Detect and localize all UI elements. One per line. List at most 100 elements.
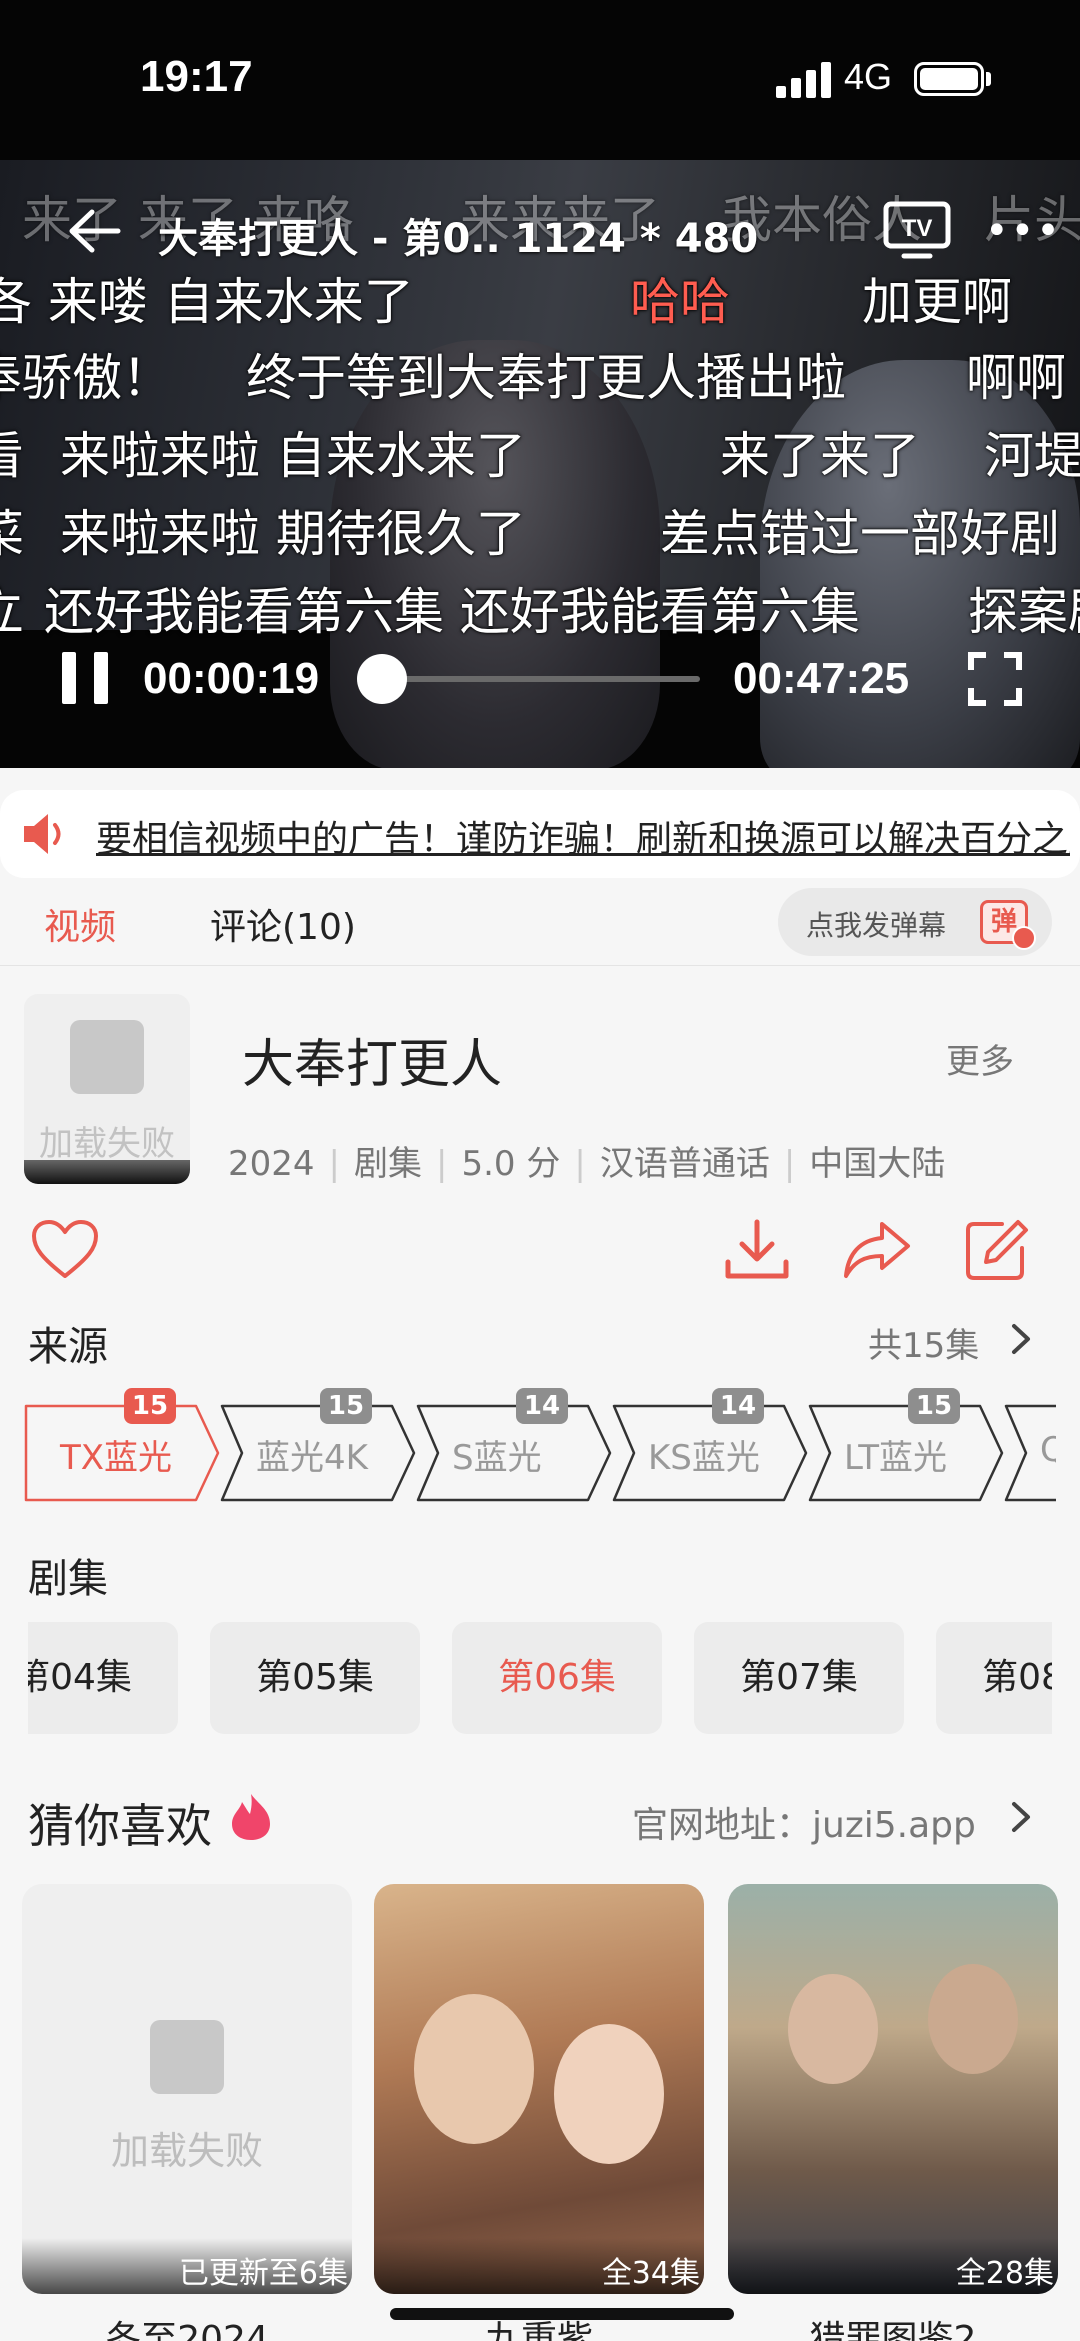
show-title: 大奉打更人 (242, 1035, 503, 1095)
poster-fail-text: 加载失败 (39, 1124, 175, 1164)
recommend-title: 猜你喜欢 (28, 1799, 212, 1853)
episode-button[interactable]: 第06集 (452, 1622, 662, 1734)
card-fail-text: 加载失败 (110, 2129, 263, 2173)
danmaku-text: 差点错过一部好剧 (660, 505, 1060, 563)
status-time: 19:17 (140, 52, 253, 101)
network-type: 4G (844, 56, 893, 97)
speaker-icon (24, 814, 61, 854)
current-time: 00:00:19 (143, 654, 320, 703)
danmaku-text: 还好我能看第六集 还好我能看第六集 (44, 583, 860, 641)
download-icon[interactable] (722, 1218, 792, 1282)
meta-score: 5.0 分 (461, 1144, 561, 1184)
card-title: 冬至2024 (105, 2319, 269, 2341)
more-options-icon[interactable]: ••• (985, 211, 1062, 251)
player-controls: 00:00:19 00:47:25 (0, 640, 1080, 720)
show-poster: 加载失败 (24, 994, 190, 1184)
show-meta: 2024 | 剧集 | 5.0 分 | 汉语普通话 | 中国大陆 (228, 1136, 945, 1185)
source-option[interactable]: 蓝光4K 15 (220, 1388, 416, 1504)
danmaku-text: 终于等到大奉打更人播出啦 (246, 349, 846, 407)
source-label: Q (1040, 1430, 1056, 1470)
danmaku-text: 来了来了 (720, 427, 920, 485)
progress-knob[interactable] (357, 654, 408, 704)
meta-type: 剧集 (354, 1144, 422, 1184)
danmaku-text: 来啦来啦 自来水来了 (60, 427, 526, 485)
episodes-title: 剧集 (28, 1556, 108, 1602)
image-placeholder-icon (150, 2020, 224, 2094)
recommend-card[interactable]: 全34集 (374, 1884, 704, 2294)
status-bar: 19:17 4G (0, 0, 1080, 150)
meta-divider: | (574, 1144, 586, 1184)
card-episode-badge: 全34集 (374, 2238, 704, 2294)
poster-shadow (24, 1160, 190, 1184)
send-danmaku-label: 点我发弹幕 (806, 909, 947, 942)
detail-tabs: 视频 评论(10) 点我发弹幕 弹 (0, 880, 1080, 966)
source-label: S蓝光 (452, 1438, 542, 1478)
official-site-link[interactable]: 官网地址：juzi5.app (632, 1796, 976, 1848)
progress-slider[interactable] (357, 654, 700, 704)
share-icon[interactable] (842, 1218, 912, 1282)
source-episode-badge: 15 (320, 1388, 372, 1424)
meta-divider: | (436, 1144, 448, 1184)
tab-video[interactable]: 视频 (44, 898, 116, 950)
source-option[interactable]: TX蓝光 15 (24, 1388, 220, 1504)
danmaku-text: 奉骄傲！ (0, 349, 172, 407)
card-episode-badge: 已更新至6集 (22, 2238, 352, 2294)
chevron-right-icon[interactable] (1008, 1322, 1034, 1356)
back-arrow-icon[interactable] (62, 206, 122, 256)
player-topbar: 大奉打更人 - 第0.. 1124 * 480 TV ••• (0, 196, 1080, 266)
danmaku-text: 探案剧 (968, 583, 1080, 641)
danmaku-text: 啊啊 (966, 349, 1066, 407)
image-placeholder-icon (70, 1020, 144, 1094)
source-option[interactable]: Q (1004, 1404, 1056, 1504)
episode-button[interactable]: 第08集 (936, 1622, 1052, 1734)
notice-text: 要相信视频中的广告！谨防诈骗！刷新和换源可以解决百分之九十的问题 (96, 819, 1070, 860)
card-title: 猎罪图鉴2 (809, 2319, 977, 2341)
home-indicator[interactable] (390, 2308, 734, 2320)
source-episode-badge: 15 (124, 1388, 176, 1424)
video-title: 大奉打更人 - 第0.. 1124 * 480 (158, 216, 759, 262)
danmaku-text: 加更啊 (862, 273, 1012, 331)
source-label: KS蓝光 (648, 1438, 760, 1478)
source-option[interactable]: S蓝光 14 (416, 1388, 612, 1504)
danmaku-text: 河堤 (984, 427, 1080, 485)
danmaku-text: 看 (0, 416, 24, 488)
tab-comment[interactable]: 评论(10) (210, 898, 356, 950)
episode-button[interactable]: 第05集 (210, 1622, 420, 1734)
meta-divider: | (783, 1144, 796, 1184)
meta-year: 2024 (228, 1144, 315, 1184)
danmaku-text: 立 (0, 572, 24, 644)
episode-button[interactable]: 第04集 (28, 1622, 178, 1734)
poster-figure (414, 1994, 534, 2144)
source-episode-badge: 15 (908, 1388, 960, 1424)
poster-figure (788, 1974, 878, 2084)
battery-cap (986, 72, 991, 86)
meta-region: 中国大陆 (809, 1144, 946, 1184)
meta-divider: | (328, 1144, 340, 1184)
signal-icon (776, 62, 832, 98)
danmaku-text: 菜 (0, 494, 24, 566)
chevron-right-icon[interactable] (1008, 1800, 1034, 1834)
recommend-card[interactable]: 全28集 (728, 1884, 1058, 2294)
pause-icon[interactable] (62, 652, 108, 704)
notice-bar[interactable]: 要相信视频中的广告！谨防诈骗！刷新和换源可以解决百分之九十的问题 (0, 790, 1080, 878)
total-time: 00:47:25 (733, 654, 910, 703)
tv-cast-icon[interactable]: TV (882, 200, 952, 260)
send-danmaku-button[interactable]: 点我发弹幕 弹 (778, 888, 1052, 956)
sources-title: 来源 (28, 1324, 108, 1370)
source-list: TX蓝光 15 蓝光4K 15 S蓝光 14 KS蓝光 14 LT蓝光 15 Q (24, 1388, 1056, 1504)
video-player[interactable]: 19:17 4G 来了 来了 来咯 来来来了 我本俗人 片头 大奉打更人 - 第… (0, 0, 1080, 768)
source-label: LT蓝光 (844, 1438, 948, 1478)
edit-icon[interactable] (962, 1218, 1032, 1282)
episode-button[interactable]: 第07集 (694, 1622, 904, 1734)
recommend-card[interactable]: 加载失败 已更新至6集 (22, 1884, 352, 2294)
more-link[interactable]: 更多 (946, 1034, 1014, 1083)
meta-language: 汉语普通话 (599, 1144, 770, 1184)
episode-count[interactable]: 共15集 (868, 1318, 979, 1367)
fullscreen-icon[interactable] (968, 652, 1022, 706)
poster-figure (928, 1964, 1018, 2074)
source-option[interactable]: KS蓝光 14 (612, 1388, 808, 1504)
heart-icon[interactable] (30, 1218, 100, 1282)
battery-icon (914, 62, 984, 96)
source-option[interactable]: LT蓝光 15 (808, 1388, 1004, 1504)
danmaku-text-highlight: 哈哈 (630, 273, 730, 331)
